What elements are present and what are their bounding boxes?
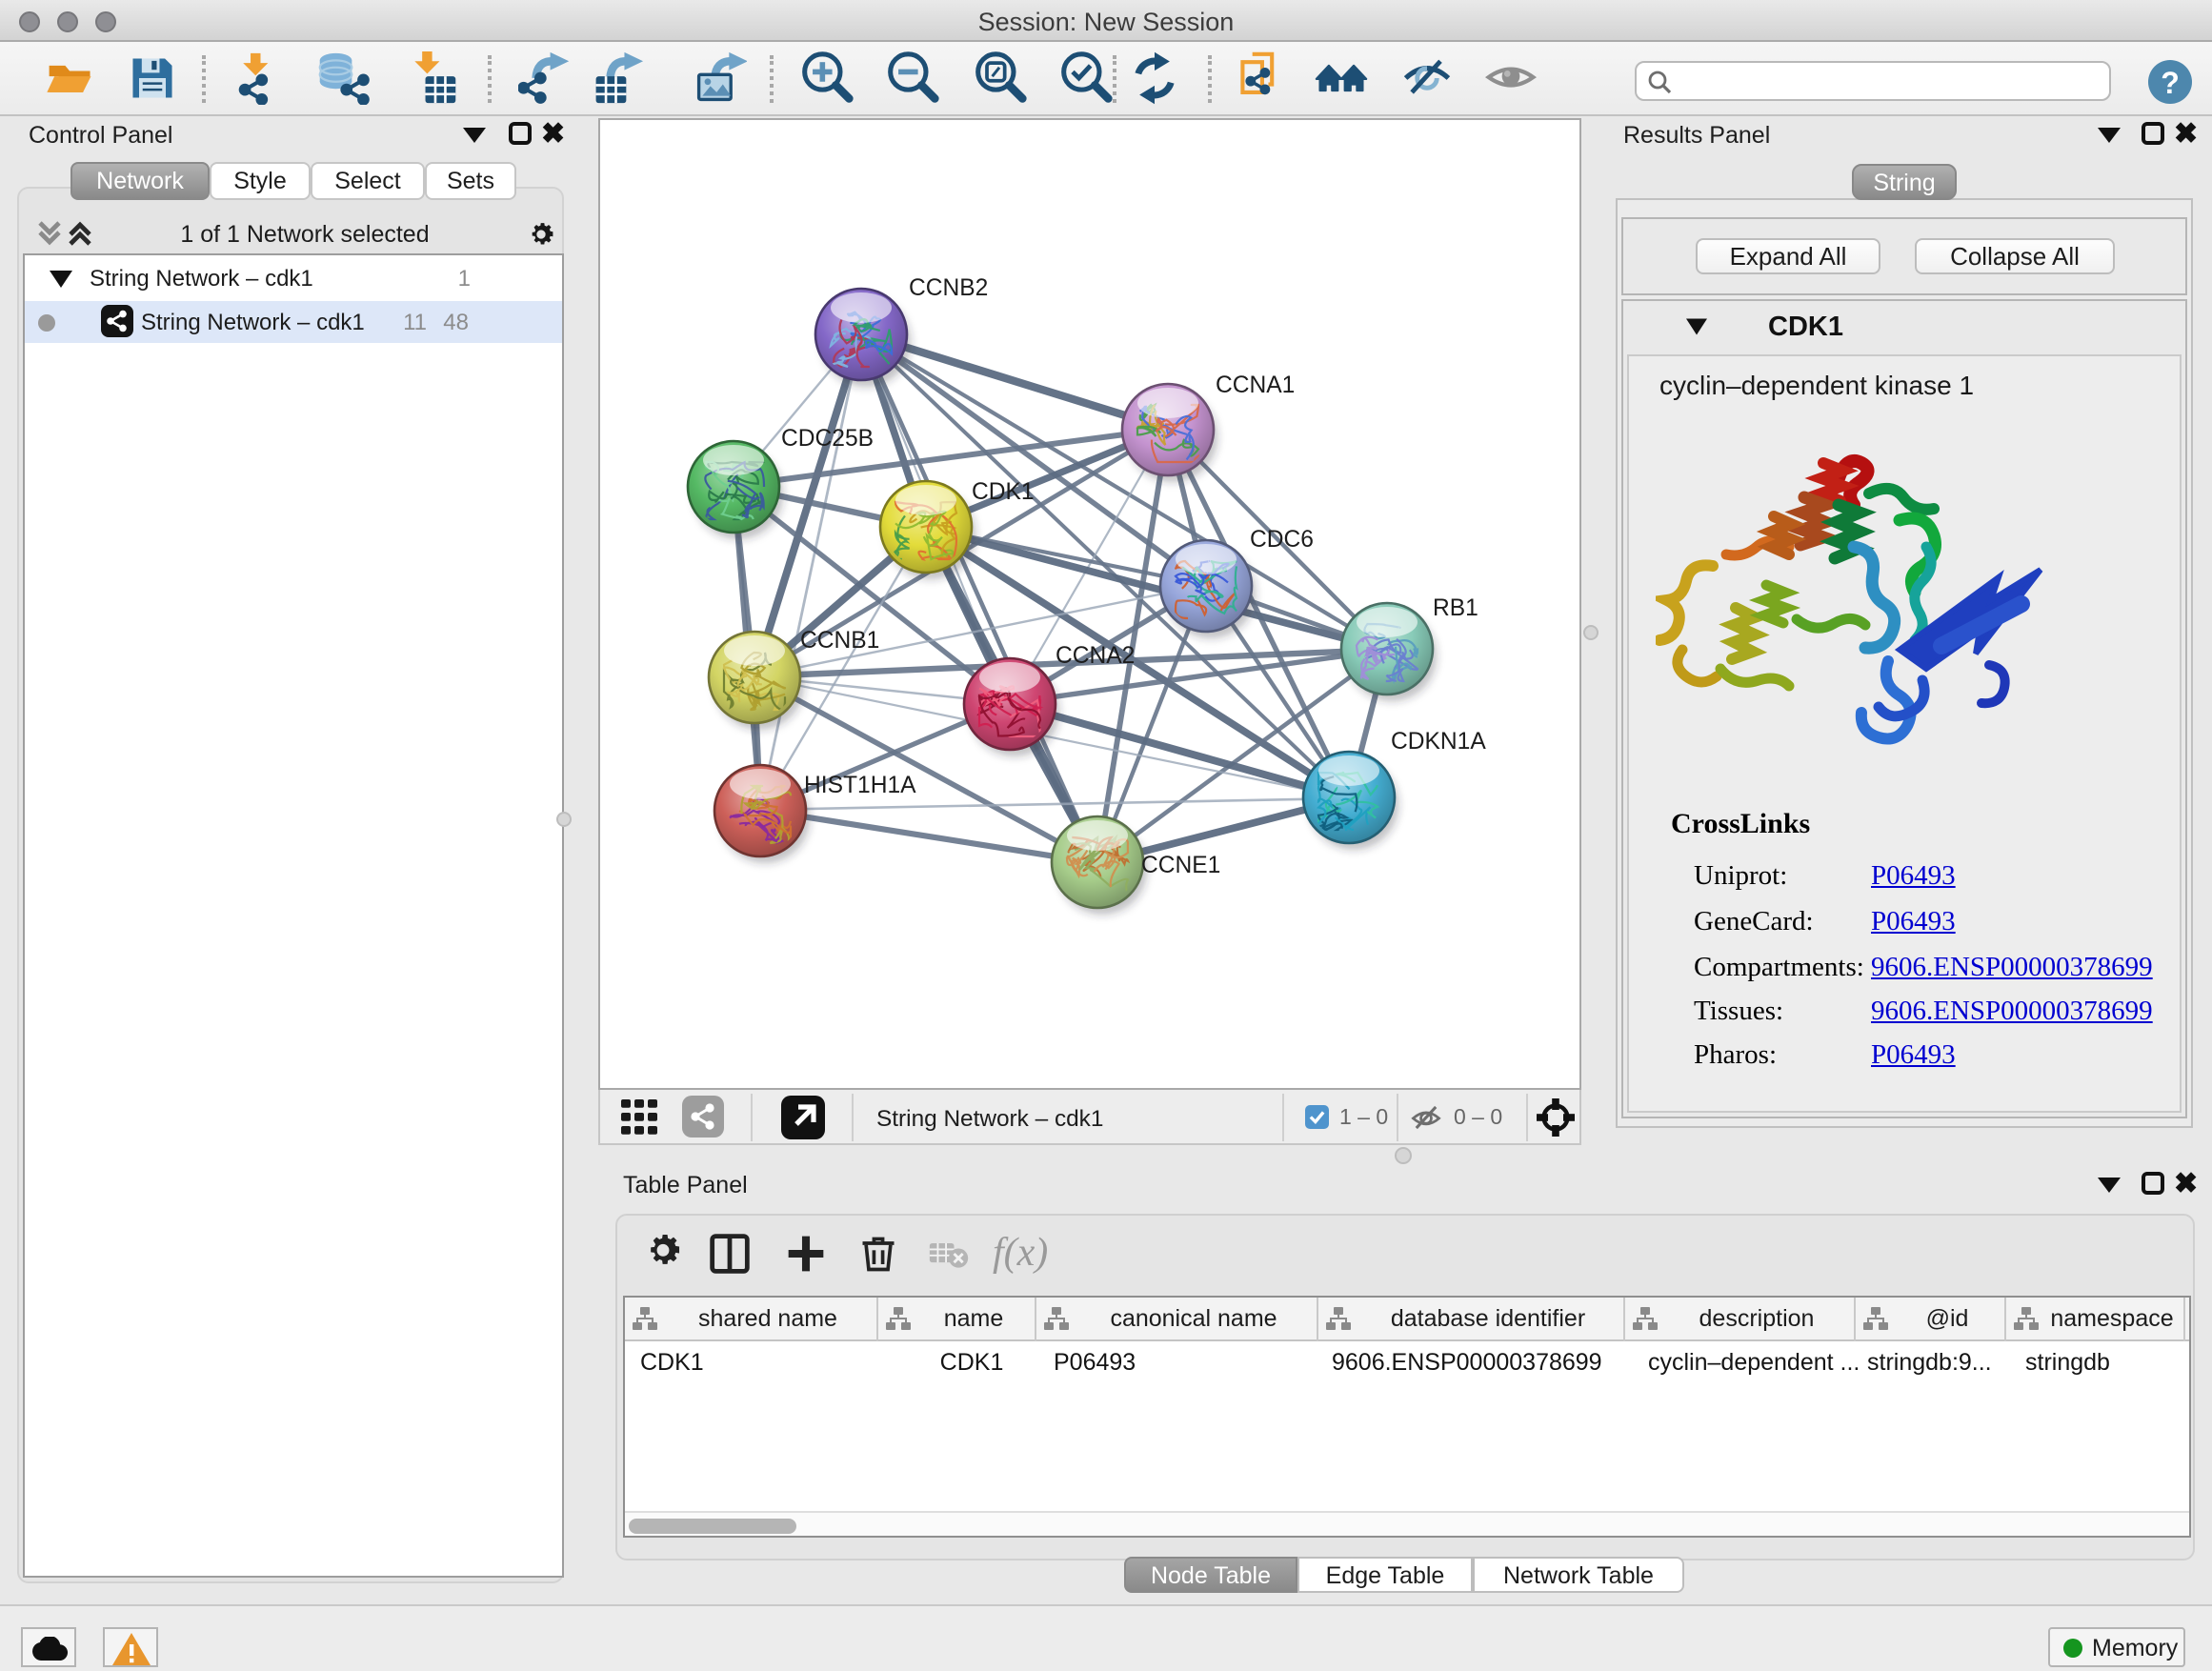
svg-text:CCNE1: CCNE1 [1141,853,1220,878]
svg-text:HIST1H1A: HIST1H1A [804,773,916,798]
svg-text:?: ? [2161,66,2180,100]
svg-text:CCNB1: CCNB1 [800,628,879,654]
svg-text:CDKN1A: CDKN1A [1391,729,1486,755]
svg-text:CCNA2: CCNA2 [1056,643,1135,669]
svg-text:RB1: RB1 [1433,595,1478,621]
svg-text:CCNA1: CCNA1 [1216,372,1295,398]
svg-text:CCNB2: CCNB2 [909,275,988,301]
svg-text:CDC6: CDC6 [1250,527,1314,553]
svg-text:CDC25B: CDC25B [781,426,874,452]
svg-text:CDK1: CDK1 [972,479,1035,505]
